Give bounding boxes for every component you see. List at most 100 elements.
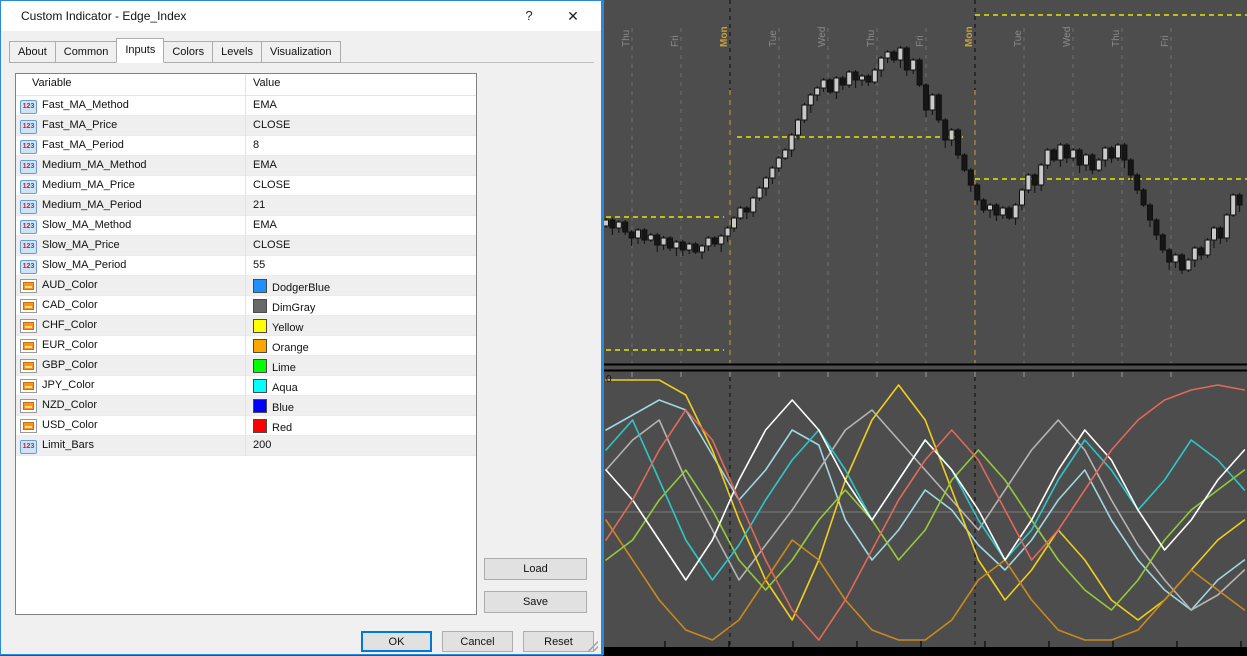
close-icon[interactable]: ✕ xyxy=(553,1,593,31)
variable-name: AUD_Color xyxy=(42,279,98,291)
variable-name: Slow_MA_Method xyxy=(42,219,132,231)
table-row[interactable]: 123 Slow_MA_Period 55 xyxy=(16,256,476,276)
table-row[interactable]: 123 Fast_MA_Method EMA xyxy=(16,96,476,116)
mt4-chart-svg: Thu Fri Mon Tue Wed Thu Fri Mon Tue Wed Thu Fri 0 xyxy=(603,0,1247,656)
dialog-title: Custom Indicator - Edge_Index xyxy=(21,9,187,23)
variable-name: NZD_Color xyxy=(42,399,98,411)
variable-name: Medium_MA_Method xyxy=(42,159,147,171)
variable-value[interactable]: Lime xyxy=(253,359,296,374)
variable-value[interactable]: Aqua xyxy=(253,379,298,394)
load-button[interactable]: Load xyxy=(484,558,587,580)
variable-name: Slow_MA_Period xyxy=(42,259,127,271)
reset-button[interactable]: Reset xyxy=(523,631,594,652)
help-button[interactable]: ? xyxy=(512,1,546,31)
color-swatch xyxy=(253,279,267,293)
svg-text:Thu: Thu xyxy=(866,30,877,47)
svg-text:Fri: Fri xyxy=(915,35,926,47)
svg-text:Thu: Thu xyxy=(621,30,632,47)
numeric-parameter-icon: 123 xyxy=(20,220,37,234)
variable-name: Fast_MA_Price xyxy=(42,119,118,131)
numeric-parameter-icon: 123 xyxy=(20,200,37,214)
color-parameter-icon xyxy=(20,299,37,313)
color-parameter-icon xyxy=(20,419,37,433)
variable-name: GBP_Color xyxy=(42,359,98,371)
color-swatch xyxy=(253,399,267,413)
column-header-value: Value xyxy=(253,77,281,89)
tab-common[interactable]: Common xyxy=(54,41,118,63)
variable-value[interactable]: DimGray xyxy=(253,299,315,314)
variable-value[interactable]: Red xyxy=(253,419,292,434)
chart-panel[interactable]: Thu Fri Mon Tue Wed Thu Fri Mon Tue Wed Thu Fri 0 xyxy=(603,0,1247,656)
variable-value[interactable]: Yellow xyxy=(253,319,303,334)
table-row[interactable]: USD_Color Red xyxy=(16,416,476,436)
variable-value[interactable]: EMA xyxy=(253,99,277,111)
tab-about[interactable]: About xyxy=(9,41,56,63)
tab-inputs[interactable]: Inputs xyxy=(116,38,165,63)
save-button[interactable]: Save xyxy=(484,591,587,613)
indicator-zero-label: 0 xyxy=(606,374,612,385)
svg-text:Tue: Tue xyxy=(1013,30,1024,47)
svg-text:Wed: Wed xyxy=(817,27,828,47)
variable-name: Medium_MA_Price xyxy=(42,179,135,191)
variable-value[interactable]: CLOSE xyxy=(253,239,290,251)
table-row[interactable]: NZD_Color Blue xyxy=(16,396,476,416)
resize-grip[interactable] xyxy=(588,641,598,651)
variable-value[interactable]: EMA xyxy=(253,219,277,231)
tab-levels[interactable]: Levels xyxy=(212,41,262,63)
svg-text:Wed: Wed xyxy=(1062,27,1073,47)
variable-name: CAD_Color xyxy=(42,299,98,311)
color-parameter-icon xyxy=(20,279,37,293)
color-swatch xyxy=(253,339,267,353)
table-row[interactable]: JPY_Color Aqua xyxy=(16,376,476,396)
table-header: Variable Value xyxy=(16,74,476,96)
table-row[interactable]: CAD_Color DimGray xyxy=(16,296,476,316)
variable-name: Slow_MA_Price xyxy=(42,239,120,251)
svg-text:Thu: Thu xyxy=(1111,30,1122,47)
table-row[interactable]: GBP_Color Lime xyxy=(16,356,476,376)
variable-value[interactable]: CLOSE xyxy=(253,179,290,191)
ok-button[interactable]: OK xyxy=(361,631,432,652)
variable-value[interactable]: 8 xyxy=(253,139,259,151)
color-parameter-icon xyxy=(20,359,37,373)
table-row[interactable]: 123 Fast_MA_Price CLOSE xyxy=(16,116,476,136)
variable-value[interactable]: Blue xyxy=(253,399,294,414)
table-row[interactable]: CHF_Color Yellow xyxy=(16,316,476,336)
table-row[interactable]: 123 Slow_MA_Price CLOSE xyxy=(16,236,476,256)
variable-value[interactable]: 200 xyxy=(253,439,271,451)
tab-colors[interactable]: Colors xyxy=(163,41,214,63)
color-parameter-icon xyxy=(20,339,37,353)
column-divider xyxy=(245,74,246,456)
variable-value[interactable]: DodgerBlue xyxy=(253,279,330,294)
column-header-variable: Variable xyxy=(32,77,72,89)
cancel-button[interactable]: Cancel xyxy=(442,631,513,652)
screen: Thu Fri Mon Tue Wed Thu Fri Mon Tue Wed Thu Fri 0 Cu… xyxy=(0,0,1247,656)
variable-name: Fast_MA_Method xyxy=(42,99,129,111)
table-row[interactable]: 123 Medium_MA_Price CLOSE xyxy=(16,176,476,196)
variable-value[interactable]: 55 xyxy=(253,259,265,271)
variable-value[interactable]: CLOSE xyxy=(253,119,290,131)
variable-value[interactable]: 21 xyxy=(253,199,265,211)
inputs-table: Variable Value 123 Fast_MA_Method EMA 123 Fa… xyxy=(15,73,477,615)
svg-text:Mon: Mon xyxy=(964,26,975,47)
svg-text:Fri: Fri xyxy=(1160,35,1171,47)
dialog-titlebar[interactable]: Custom Indicator - Edge_Index ? ✕ xyxy=(1,1,601,31)
variable-value[interactable]: EMA xyxy=(253,159,277,171)
variable-value[interactable]: Orange xyxy=(253,339,309,354)
color-parameter-icon xyxy=(20,399,37,413)
table-row[interactable]: AUD_Color DodgerBlue xyxy=(16,276,476,296)
color-swatch xyxy=(253,419,267,433)
variable-name: Medium_MA_Period xyxy=(42,199,142,211)
color-swatch xyxy=(253,319,267,333)
table-row[interactable]: 123 Slow_MA_Method EMA xyxy=(16,216,476,236)
table-row[interactable]: 123 Limit_Bars 200 xyxy=(16,436,476,456)
table-row[interactable]: 123 Medium_MA_Method EMA xyxy=(16,156,476,176)
color-swatch xyxy=(253,299,267,313)
color-swatch xyxy=(253,379,267,393)
table-row[interactable]: 123 Medium_MA_Period 21 xyxy=(16,196,476,216)
tab-visualization[interactable]: Visualization xyxy=(260,41,341,63)
numeric-parameter-icon: 123 xyxy=(20,240,37,254)
table-row[interactable]: 123 Fast_MA_Period 8 xyxy=(16,136,476,156)
table-row[interactable]: EUR_Color Orange xyxy=(16,336,476,356)
tab-bar: About Common Inputs Colors Levels Visualizati… xyxy=(9,38,341,63)
numeric-parameter-icon: 123 xyxy=(20,120,37,134)
